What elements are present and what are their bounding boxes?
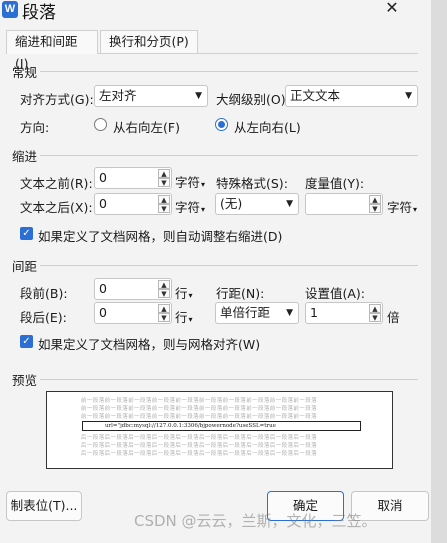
- section-indent-title: 缩进: [12, 149, 38, 164]
- setting-value-label: 设置值(A):: [305, 286, 366, 301]
- line-spacing-value: 单倍行距: [220, 305, 271, 320]
- watermark: CSDN @云云，兰斯，文化，三笠。: [134, 512, 377, 530]
- section-preview-title: 预览: [12, 373, 38, 388]
- spin-up-icon[interactable]: ▲: [369, 304, 381, 313]
- space-before-input[interactable]: 0 ▲ ▼: [94, 278, 172, 300]
- direction-label: 方向:: [20, 120, 50, 135]
- spin-up-icon[interactable]: ▲: [158, 304, 170, 313]
- measure-input[interactable]: ▲ ▼: [305, 193, 383, 215]
- chevron-down-icon: ▼: [195, 91, 202, 101]
- special-format-select[interactable]: (无) ▼: [215, 193, 299, 215]
- tab-indent-spacing[interactable]: 缩进和间距(I): [6, 30, 98, 71]
- section-divider: [40, 379, 418, 380]
- spacing-grid-label: 如果定义了文档网格，则与网格对齐(W): [38, 337, 261, 352]
- ltr-radio[interactable]: [215, 118, 228, 131]
- preview-previous-paragraph: 前一段落前一段落前一段落前一段落前一段落前一段落前一段落前一段落前一段落前一段落: [81, 414, 318, 420]
- spin-down-icon[interactable]: ▼: [369, 313, 381, 322]
- outline-level-label: 大纲级别(O):: [216, 92, 290, 107]
- unit-text: 字符: [387, 200, 413, 215]
- unit-text: 字符: [175, 200, 201, 215]
- preview-next-paragraph: 后一段落后一段落后一段落后一段落后一段落后一段落后一段落后一段落后一段落后一段落: [81, 435, 318, 441]
- indent-before-label: 文本之前(R):: [20, 176, 93, 191]
- spin-up-icon[interactable]: ▲: [369, 195, 381, 204]
- indent-after-unit[interactable]: 字符▾: [175, 197, 205, 216]
- indent-grid-label: 如果定义了文档网格，则自动调整右缩进(D): [38, 229, 283, 244]
- special-format-value: (无): [220, 196, 243, 211]
- alignment-value: 左对齐: [99, 88, 137, 103]
- outline-level-select[interactable]: 正文文本 ▼: [285, 85, 418, 107]
- preview-next-paragraph: 后一段落后一段落后一段落后一段落后一段落后一段落后一段落后一段落后一段落后一段落: [81, 443, 318, 449]
- close-button[interactable]: ✕: [380, 0, 404, 18]
- setting-value-unit: 倍: [387, 310, 400, 325]
- space-after-label: 段后(E):: [20, 310, 67, 325]
- setting-value-input[interactable]: 1 ▲ ▼: [305, 302, 383, 324]
- section-spacing-title: 间距: [12, 259, 38, 274]
- preview-previous-paragraph: 前一段落前一段落前一段落前一段落前一段落前一段落前一段落前一段落前一段落前一段落: [81, 406, 318, 412]
- space-after-input[interactable]: 0 ▲ ▼: [94, 302, 172, 324]
- alignment-select[interactable]: 左对齐 ▼: [94, 85, 208, 107]
- indent-grid-checkbox[interactable]: ✓: [20, 227, 33, 240]
- alignment-label: 对齐方式(G):: [20, 92, 94, 107]
- rtl-label: 从右向左(F): [113, 120, 180, 135]
- spin-down-icon[interactable]: ▼: [158, 178, 170, 187]
- line-spacing-select[interactable]: 单倍行距 ▼: [215, 302, 299, 324]
- rtl-radio[interactable]: [94, 118, 107, 131]
- measure-unit[interactable]: 字符▾: [387, 197, 417, 216]
- indent-before-input[interactable]: 0 ▲ ▼: [94, 167, 172, 189]
- setting-value: 1: [310, 305, 318, 320]
- chevron-down-icon: ▼: [405, 91, 412, 101]
- spin-down-icon[interactable]: ▼: [158, 289, 170, 298]
- space-before-unit[interactable]: 行▾: [175, 283, 193, 302]
- spacing-grid-checkbox[interactable]: ✓: [20, 335, 33, 348]
- space-after-value: 0: [99, 305, 107, 320]
- section-divider: [40, 265, 418, 266]
- chevron-down-icon: ▾: [201, 205, 206, 214]
- ltr-label: 从左向右(L): [234, 120, 301, 135]
- measure-label: 度量值(Y):: [305, 176, 365, 191]
- tab-line-page-breaks[interactable]: 换行和分页(P): [100, 30, 198, 54]
- window-edge: [431, 0, 447, 543]
- spin-up-icon[interactable]: ▲: [158, 280, 170, 289]
- indent-after-input[interactable]: 0 ▲ ▼: [94, 193, 172, 215]
- close-icon: ✕: [385, 0, 399, 17]
- checkmark-icon: ✓: [22, 228, 31, 239]
- chevron-down-icon: ▾: [201, 180, 206, 189]
- space-before-value: 0: [99, 281, 107, 296]
- indent-before-value: 0: [99, 170, 107, 185]
- space-after-unit[interactable]: 行▾: [175, 307, 193, 326]
- unit-text: 行: [175, 310, 188, 325]
- indent-after-label: 文本之后(X):: [20, 200, 93, 215]
- chevron-down-icon: ▾: [413, 205, 418, 214]
- section-divider: [40, 155, 418, 156]
- unit-text: 行: [175, 286, 188, 301]
- wps-writer-icon: W: [2, 1, 18, 18]
- dialog-title: 段落: [22, 3, 56, 23]
- section-divider: [40, 71, 418, 72]
- preview-current-paragraph: url="jdbc:mysql://127.0.0.1:3306/bjpower…: [82, 421, 361, 431]
- indent-after-value: 0: [99, 196, 107, 211]
- paragraph-preview: 前一段落前一段落前一段落前一段落前一段落前一段落前一段落前一段落前一段落前一段落…: [46, 391, 393, 469]
- chevron-down-icon: ▾: [188, 291, 193, 300]
- spin-up-icon[interactable]: ▲: [158, 169, 170, 178]
- outline-level-value: 正文文本: [290, 88, 341, 103]
- line-spacing-label: 行距(N):: [216, 286, 265, 301]
- space-before-label: 段前(B):: [20, 286, 68, 301]
- preview-next-paragraph: 后一段落后一段落后一段落后一段落后一段落后一段落后一段落后一段落后一段落后一段落: [81, 451, 318, 457]
- tab-stops-button[interactable]: 制表位(T)...: [6, 491, 82, 521]
- spin-down-icon[interactable]: ▼: [158, 204, 170, 213]
- preview-previous-paragraph: 前一段落前一段落前一段落前一段落前一段落前一段落前一段落前一段落前一段落前一段落: [81, 398, 318, 404]
- indent-before-unit[interactable]: 字符▾: [175, 172, 205, 191]
- chevron-down-icon: ▼: [286, 199, 293, 209]
- unit-text: 字符: [175, 175, 201, 190]
- spin-up-icon[interactable]: ▲: [158, 195, 170, 204]
- checkmark-icon: ✓: [22, 336, 31, 347]
- special-format-label: 特殊格式(S):: [216, 176, 288, 191]
- chevron-down-icon: ▾: [188, 315, 193, 324]
- spin-down-icon[interactable]: ▼: [158, 313, 170, 322]
- spin-down-icon[interactable]: ▼: [369, 204, 381, 213]
- chevron-down-icon: ▼: [286, 308, 293, 318]
